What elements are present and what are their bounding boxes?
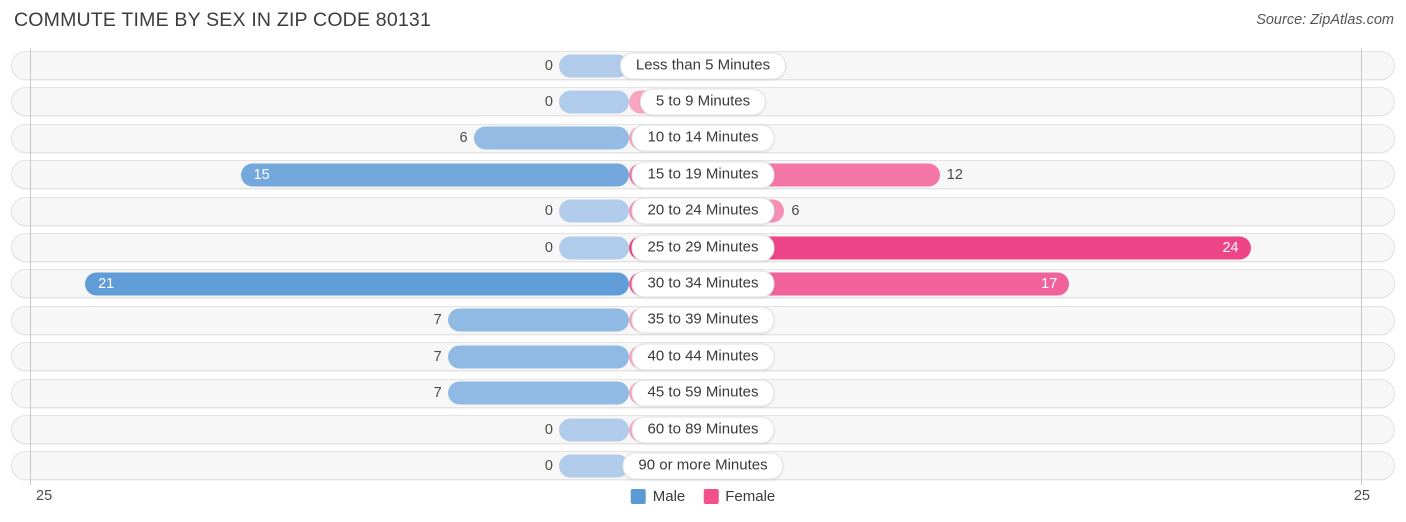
legend-swatch-female-icon [703,489,719,504]
axis-end-left: 25 [36,488,53,504]
chart-row: 15 12 15 to 19 Minutes [11,160,1395,190]
value-label-male: 7 [433,312,442,329]
chart-legend: Male Female [630,488,775,505]
category-label: 10 to 14 Minutes [631,124,775,152]
chart-row: 7040 to 44 Minutes [11,342,1395,372]
legend-item-female[interactable]: Female [703,488,775,505]
chart-row: 0 6 20 to 24 Minutes [11,196,1395,226]
chart-header: COMMUTE TIME BY SEX IN ZIP CODE 80131 So… [0,0,1406,44]
category-label: 60 to 89 Minutes [631,416,775,443]
value-label-male: 0 [544,93,553,110]
value-label-female: 24 [1222,239,1239,256]
chart-footer: 25 Male Female 25 [0,484,1406,522]
bar-male[interactable] [559,199,629,223]
chart-row: 0090 or more Minutes [11,451,1395,481]
chart-title: COMMUTE TIME BY SEX IN ZIP CODE 80131 [14,9,432,31]
value-label-female: 6 [791,202,800,219]
chart-row: 7035 to 39 Minutes [11,305,1395,335]
legend-swatch-male-icon [630,489,646,504]
plot-area: 00Less than 5 Minutes005 to 9 Minutes601… [0,48,1406,486]
chart-row: 00Less than 5 Minutes [11,51,1395,80]
bar-male[interactable] [240,163,629,187]
value-label-male: 15 [253,166,270,183]
chart-row: 21 17 30 to 34 Minutes [11,269,1395,299]
category-label: 45 to 59 Minutes [631,379,775,407]
legend-label-female: Female [725,488,776,505]
bar-male[interactable] [447,381,629,405]
value-label-male: 7 [433,348,442,365]
axis-line-right [1361,48,1362,485]
value-label-male: 0 [544,57,553,74]
bar-male[interactable] [559,454,629,478]
chart-row: 7045 to 59 Minutes [11,378,1395,408]
value-label-male: 6 [459,130,468,147]
value-label-male: 0 [544,421,553,438]
category-label: 25 to 29 Minutes [631,234,775,261]
category-label: 30 to 34 Minutes [631,270,775,298]
axis-end-right: 25 [1353,488,1370,504]
value-label-male: 0 [544,239,553,256]
value-label-male: 0 [544,202,553,219]
bar-male[interactable] [559,54,629,77]
category-label: 20 to 24 Minutes [631,197,775,225]
bar-male[interactable] [447,308,629,332]
bar-male[interactable] [559,418,629,441]
category-label: 35 to 39 Minutes [631,306,775,334]
bar-male[interactable] [447,345,629,369]
bar-male[interactable] [559,90,629,114]
category-label: 5 to 9 Minutes [639,88,767,116]
chart-row: 0060 to 89 Minutes [11,415,1395,444]
category-label: 90 or more Minutes [622,452,784,480]
axis-line-left [30,48,31,485]
source-attribution: Source: ZipAtlas.com [1256,12,1394,28]
value-label-male: 21 [98,275,115,292]
value-label-female: 17 [1041,275,1058,292]
bar-male[interactable] [473,126,629,150]
chart-row: 6010 to 14 Minutes [11,123,1395,153]
value-label-male: 0 [544,457,553,474]
chart-row: 0 24 25 to 29 Minutes [11,233,1395,262]
bar-male[interactable] [85,272,629,296]
value-label-male: 7 [433,384,442,401]
legend-label-male: Male [652,488,686,505]
commute-time-chart: COMMUTE TIME BY SEX IN ZIP CODE 80131 So… [0,0,1406,522]
legend-item-male[interactable]: Male [630,488,686,505]
bar-male[interactable] [559,236,629,259]
category-label: 15 to 19 Minutes [631,161,775,189]
category-label: Less than 5 Minutes [619,52,787,79]
value-label-female: 12 [946,166,963,183]
chart-row: 005 to 9 Minutes [11,87,1395,117]
category-label: 40 to 44 Minutes [631,343,775,371]
